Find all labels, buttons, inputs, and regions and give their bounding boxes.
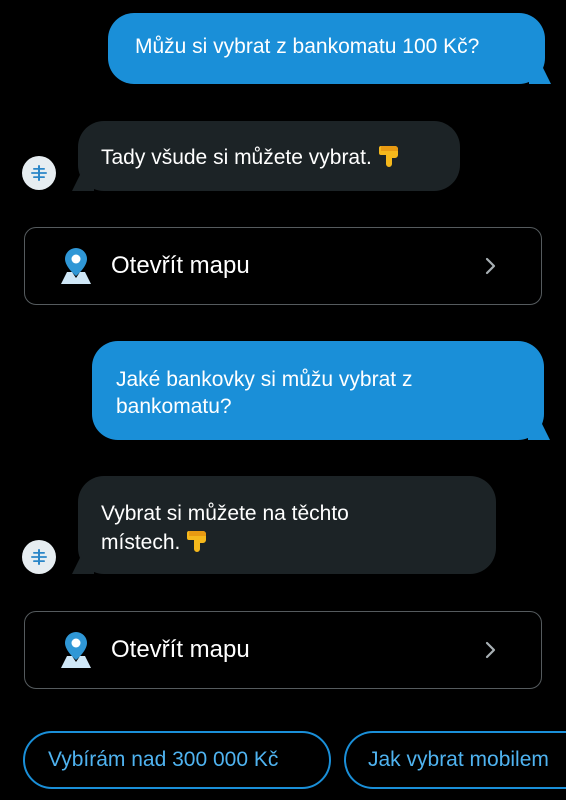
open-map-label: Otevřít mapu [111, 636, 250, 663]
chevron-right-icon [485, 640, 497, 665]
bot-message: Vybrat si můžete na těchto místech. [72, 476, 496, 574]
bot-logo-icon [31, 549, 47, 565]
user-message: Jaké bankovky si můžu vybrat z bankomatu… [92, 341, 550, 440]
bot-message: Tady všude si můžete vybrat. [72, 121, 460, 191]
message-text-line: místech. [101, 531, 181, 555]
message-text-line: Jaké bankovky si můžu vybrat z [116, 368, 413, 391]
message-text: Tady všude si můžete vybrat. [101, 146, 372, 170]
message-text: Můžu si vybrat z bankomatu 100 Kč? [135, 35, 480, 58]
bot-avatar [22, 156, 56, 190]
message-text-line: bankomatu? [116, 395, 232, 418]
map-pin-icon [59, 246, 93, 291]
message-text-line: Vybrat si můžete na těchto [101, 502, 349, 525]
open-map-card[interactable]: Otevřít mapu [24, 611, 542, 689]
pointing-down-hand-icon [378, 142, 402, 175]
suggestion-chip[interactable]: Jak vybrat mobilem [344, 731, 566, 789]
suggestion-label: Jak vybrat mobilem [368, 748, 549, 771]
suggestion-label: Vybírám nad 300 000 Kč [48, 748, 279, 771]
chevron-right-icon [485, 256, 497, 281]
open-map-card[interactable]: Otevřít mapu [24, 227, 542, 305]
bot-logo-icon [31, 165, 47, 181]
suggestion-chip[interactable]: Vybírám nad 300 000 Kč [23, 731, 331, 789]
pointing-down-hand-icon [186, 527, 210, 560]
map-pin-icon [59, 630, 93, 675]
bot-avatar [22, 540, 56, 574]
open-map-label: Otevřít mapu [111, 252, 250, 279]
user-message: Můžu si vybrat z bankomatu 100 Kč? [108, 13, 551, 84]
